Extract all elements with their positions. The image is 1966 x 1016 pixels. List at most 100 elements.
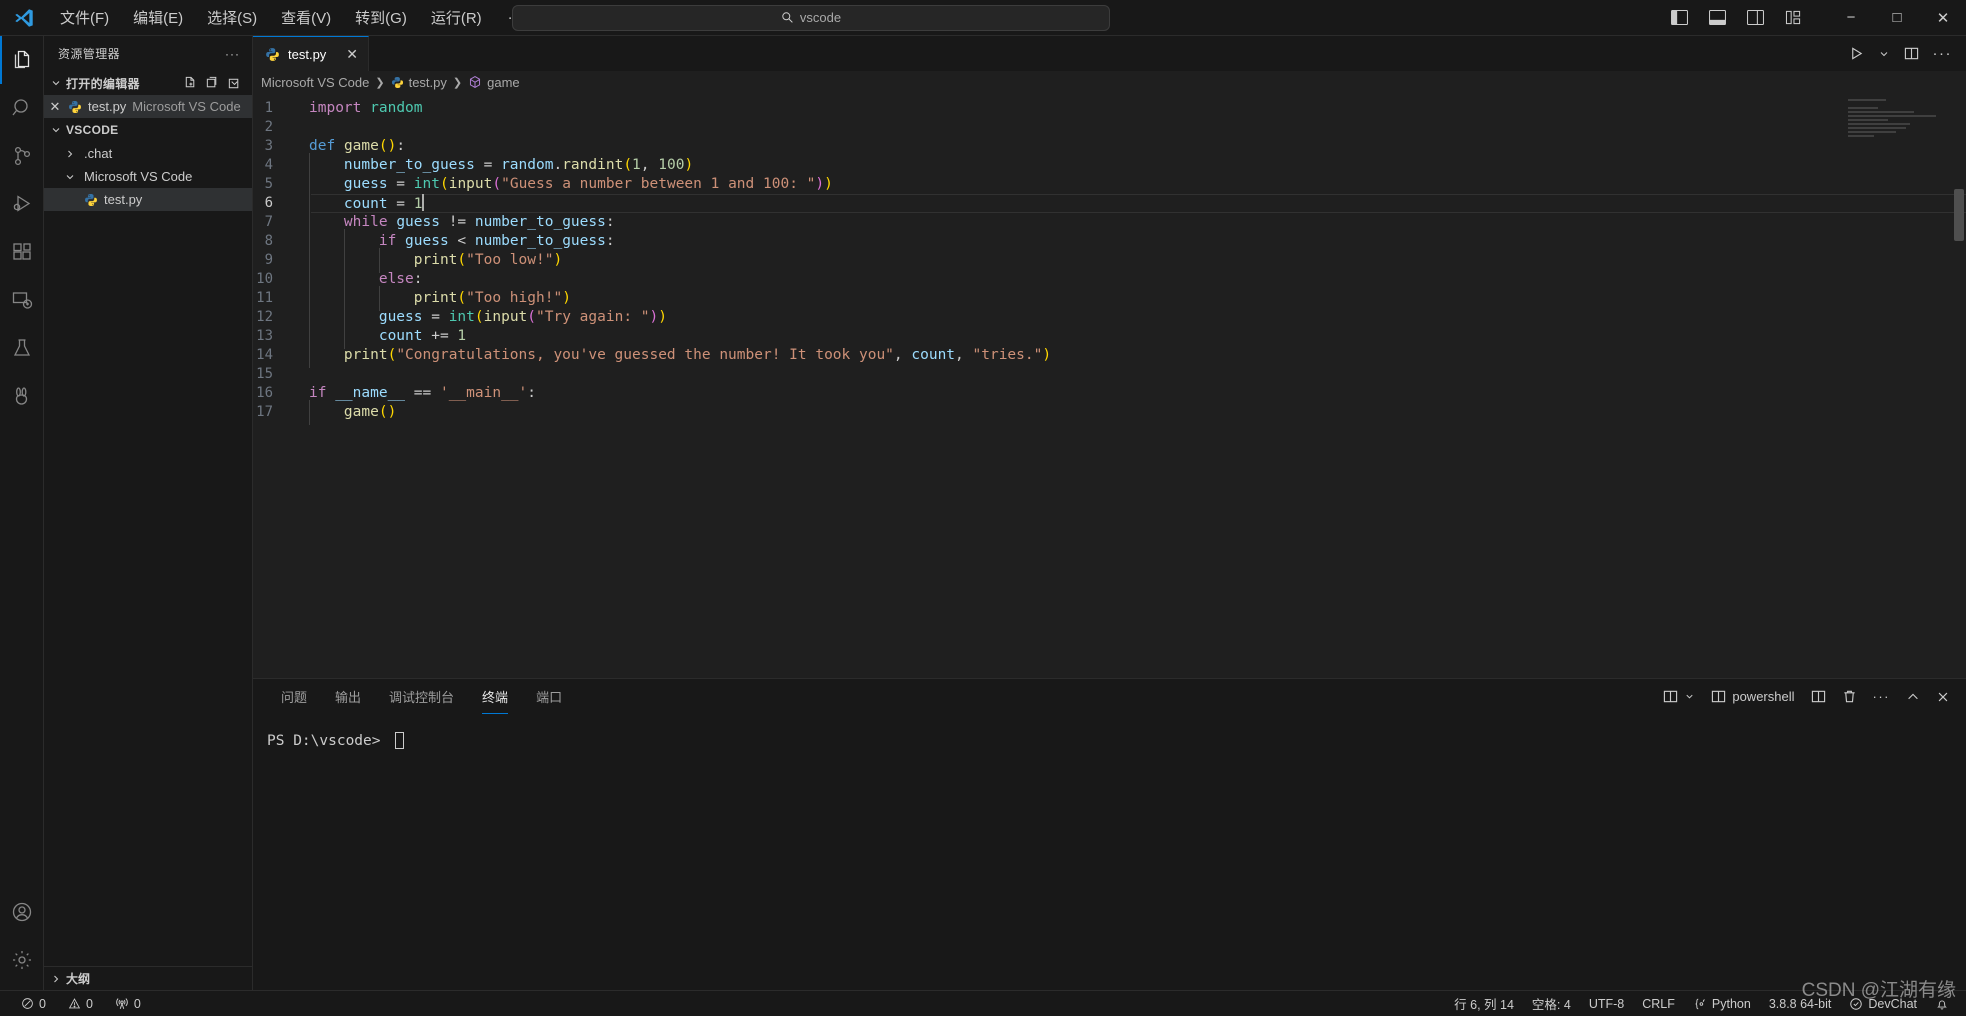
code-editor[interactable]: 1 import random 2 3 def game(): 4 number_to_g… <box>253 93 1966 678</box>
activity-explorer[interactable] <box>0 36 44 84</box>
line-number: 13 <box>256 328 273 344</box>
indent-guide <box>309 153 344 178</box>
sidebar-more-actions-icon[interactable]: ··· <box>219 47 246 61</box>
code-line[interactable]: 14 print("Congratulations, you've guesse… <box>253 343 1966 368</box>
status-errors[interactable]: 0 <box>12 991 55 1016</box>
status-bar: CSDN @江湖有缘 0 0 0 行 6, 列 14 空格: 4 UTF-8 C… <box>0 980 1966 1016</box>
code-line[interactable]: 2 <box>253 118 1966 137</box>
activity-run-debug[interactable] <box>0 180 44 228</box>
split-terminal-dropdown-icon[interactable] <box>1663 689 1695 704</box>
minimap[interactable] <box>1848 99 1952 145</box>
workspace-section-header[interactable]: VSCODE <box>44 118 252 142</box>
breadcrumb-item-file[interactable]: test.py <box>391 75 447 90</box>
status-python-interpreter[interactable]: 3.8.8 64-bit <box>1760 991 1841 1016</box>
menu-view[interactable]: 查看(V) <box>269 3 343 32</box>
menu-go[interactable]: 转到(G) <box>343 3 419 32</box>
panel-tab-terminal[interactable]: 终端 <box>468 679 522 714</box>
panel-tab-debug-console[interactable]: 调试控制台 <box>375 679 468 714</box>
activity-source-control[interactable] <box>0 132 44 180</box>
outline-section-header[interactable]: 大纲 <box>44 966 252 990</box>
code-line[interactable]: 9 print("Too low!") <box>253 248 1966 273</box>
customize-layout-icon[interactable] <box>1780 5 1806 31</box>
editor-tab-test-py[interactable]: test.py ✕ <box>253 36 370 71</box>
status-language-mode[interactable]: Python <box>1684 991 1760 1016</box>
run-python-file-icon[interactable] <box>1849 46 1864 61</box>
panel-tab-ports[interactable]: 端口 <box>522 679 576 714</box>
close-panel-icon[interactable] <box>1936 690 1950 704</box>
quick-search-input[interactable]: vscode <box>512 4 1110 31</box>
code-line[interactable]: 4 number_to_guess = random.randint(1, 10… <box>253 153 1966 178</box>
terminal-content[interactable]: PS D:\vscode> <box>253 714 1966 990</box>
window-maximize-button[interactable]: □ <box>1874 0 1920 36</box>
code-line[interactable]: 13 count += 1 <box>253 324 1966 349</box>
code-line[interactable]: 6 count = 1 <box>253 191 1966 217</box>
code-line[interactable]: 7 while guess != number_to_guess: <box>253 210 1966 235</box>
activity-rabbit[interactable] <box>0 372 44 420</box>
code-lines[interactable]: 1 import random 2 3 def game(): 4 number_to_g… <box>253 93 1966 678</box>
panel-tab-problems[interactable]: 问题 <box>267 679 321 714</box>
status-notifications[interactable] <box>1926 991 1958 1016</box>
kill-terminal-icon[interactable] <box>1842 689 1857 704</box>
status-eol[interactable]: CRLF <box>1633 991 1684 1016</box>
scrollbar-thumb[interactable] <box>1954 189 1964 241</box>
open-editor-item[interactable]: ✕ test.py Microsoft VS Code <box>44 95 252 118</box>
code-line[interactable]: 3 def game(): <box>253 137 1966 156</box>
code-line[interactable]: 8 if guess < number_to_guess: <box>253 229 1966 254</box>
status-ports[interactable]: 0 <box>106 991 150 1016</box>
activity-accounts[interactable] <box>0 888 44 936</box>
toggle-panel-icon[interactable] <box>1704 5 1730 31</box>
devchat-icon <box>1849 997 1863 1011</box>
code-line[interactable]: 10 else: <box>253 267 1966 292</box>
window-close-button[interactable]: ✕ <box>1920 0 1966 36</box>
chevron-down-icon[interactable] <box>1878 48 1890 60</box>
editor-scrollbar[interactable] <box>1952 93 1966 678</box>
panel-more-actions-icon[interactable]: ··· <box>1873 689 1891 704</box>
maximize-panel-icon[interactable] <box>1906 690 1920 704</box>
code-line[interactable]: 11 print("Too high!") <box>253 286 1966 311</box>
line-content: import random <box>299 99 423 118</box>
open-editors-section-header[interactable]: 打开的编辑器 <box>44 71 252 95</box>
open-editor-label: test.py <box>88 99 127 114</box>
refresh-icon[interactable] <box>227 76 242 91</box>
code-line[interactable]: 5 guess = int(input("Guess a number betw… <box>253 172 1966 197</box>
status-devchat[interactable]: DevChat <box>1840 991 1926 1016</box>
activity-testing[interactable] <box>0 324 44 372</box>
panel-tab-output[interactable]: 输出 <box>321 679 375 714</box>
status-warnings[interactable]: 0 <box>59 991 102 1016</box>
toggle-secondary-sidebar-icon[interactable] <box>1742 5 1768 31</box>
menu-run[interactable]: 运行(R) <box>419 3 494 32</box>
code-line[interactable]: 15 <box>253 365 1966 384</box>
code-line[interactable]: 16 if __name__ == '__main__': <box>253 384 1966 403</box>
menu-selection[interactable]: 选择(S) <box>195 3 269 32</box>
close-icon[interactable]: ✕ <box>346 46 358 63</box>
code-line[interactable]: 1 import random <box>253 99 1966 118</box>
status-encoding[interactable]: UTF-8 <box>1580 991 1633 1016</box>
new-file-icon[interactable] <box>183 76 198 91</box>
breadcrumb-item-folder[interactable]: Microsoft VS Code <box>261 75 369 90</box>
window-minimize-button[interactable]: − <box>1828 0 1874 36</box>
status-indentation[interactable]: 空格: 4 <box>1523 991 1580 1016</box>
menu-edit[interactable]: 编辑(E) <box>121 3 195 32</box>
split-terminal-icon[interactable] <box>1811 689 1826 704</box>
more-actions-icon[interactable]: ··· <box>1933 45 1953 62</box>
status-cursor-position[interactable]: 行 6, 列 14 <box>1445 991 1523 1016</box>
tree-item-microsoft-vs-code[interactable]: Microsoft VS Code <box>44 165 252 188</box>
activity-settings[interactable] <box>0 936 44 984</box>
activity-extensions[interactable] <box>0 228 44 276</box>
activity-search[interactable] <box>0 84 44 132</box>
menu-file[interactable]: 文件(F) <box>48 3 121 32</box>
bell-icon <box>1935 997 1949 1011</box>
tree-item-test-py[interactable]: test.py <box>44 188 252 211</box>
toggle-primary-sidebar-icon[interactable] <box>1666 5 1692 31</box>
line-content: if guess < number_to_guess: <box>299 229 615 254</box>
breadcrumb-item-symbol[interactable]: game <box>468 75 520 90</box>
terminal-instance-powershell[interactable]: powershell <box>1711 689 1795 704</box>
code-line[interactable]: 17 game() <box>253 400 1966 425</box>
code-line[interactable]: 12 guess = int(input("Try again: ")) <box>253 305 1966 330</box>
activity-remote-explorer[interactable] <box>0 276 44 324</box>
editor-group: test.py ✕ ··· Microsoft VS Code ❯ test.p… <box>253 36 1966 990</box>
close-editor-icon[interactable]: ✕ <box>44 99 66 115</box>
new-folder-icon[interactable] <box>205 76 220 91</box>
tree-item-chat[interactable]: .chat <box>44 142 252 165</box>
split-editor-icon[interactable] <box>1904 46 1919 61</box>
